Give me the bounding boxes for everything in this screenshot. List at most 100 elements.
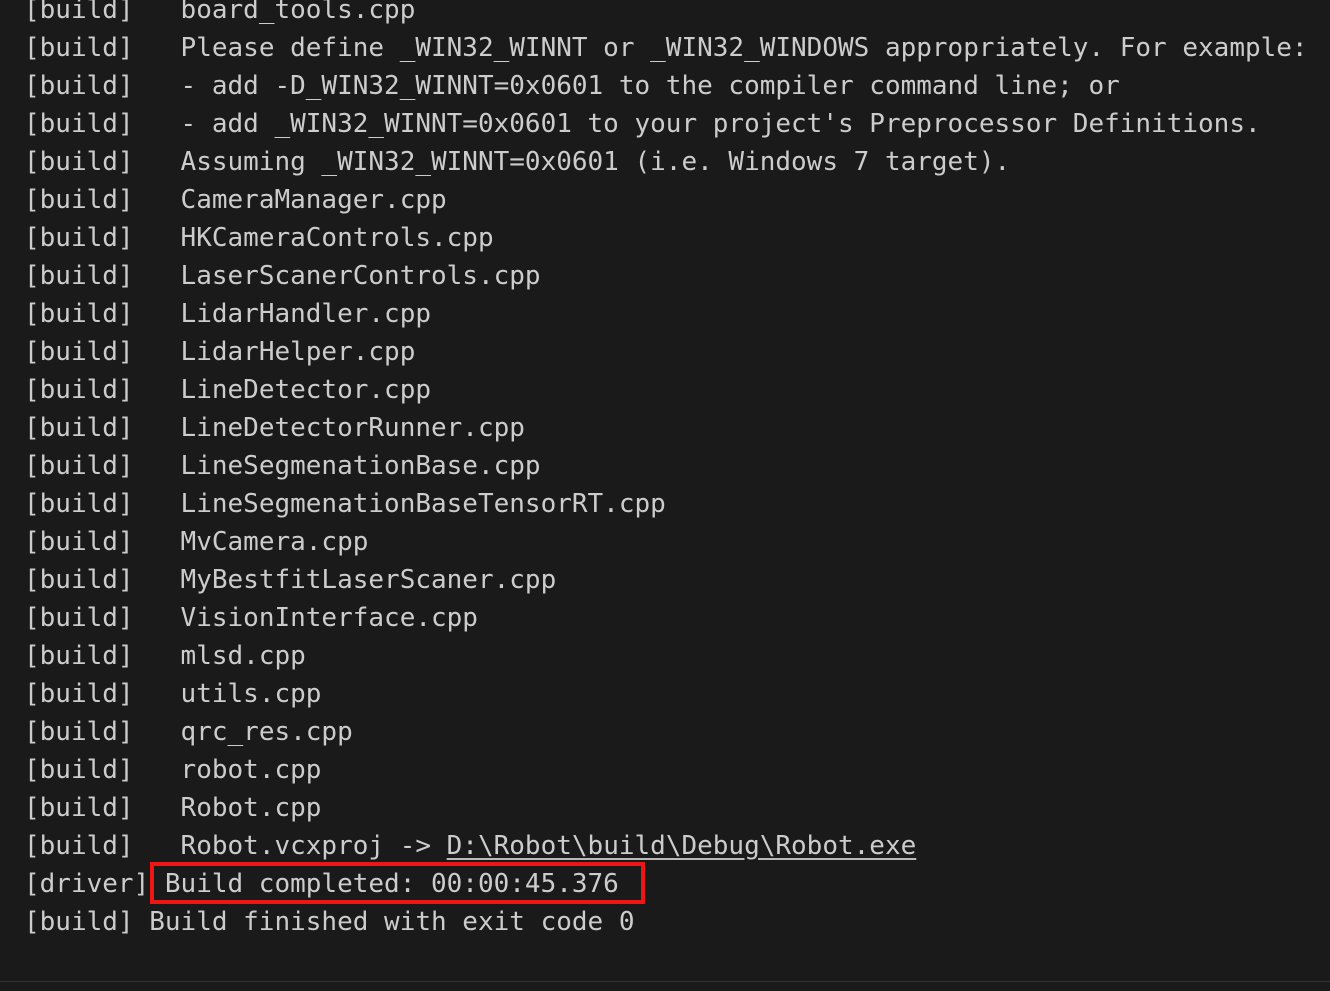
panel-bottom-divider: [0, 981, 1330, 982]
log-line: [build] LidarHandler.cpp: [0, 295, 1330, 333]
log-line-prefix: [build]: [24, 831, 134, 861]
log-line-text: Please define _WIN32_WINNT or _WIN32_WIN…: [180, 33, 1308, 63]
log-line-gap: [134, 717, 181, 747]
log-line-prefix: [build]: [24, 603, 134, 633]
log-line-prefix: [build]: [24, 907, 134, 937]
log-line-text: LidarHandler.cpp: [180, 299, 431, 329]
log-line: [build] LineDetector.cpp: [0, 371, 1330, 409]
log-line-text: board_tools.cpp: [180, 0, 416, 25]
log-line: [build] Assuming _WIN32_WINNT=0x0601 (i.…: [0, 143, 1330, 181]
log-line-text: utils.cpp: [180, 679, 322, 709]
log-line-gap: [134, 793, 181, 823]
log-line-prefix: [build]: [24, 755, 134, 785]
log-line-prefix: [build]: [24, 0, 134, 25]
log-line-gap: [134, 185, 181, 215]
log-line: [build] board_tools.cpp: [0, 0, 1330, 29]
log-line-text: LineDetector.cpp: [180, 375, 431, 405]
log-line-text: MvCamera.cpp: [180, 527, 369, 557]
log-line-gap: [134, 679, 181, 709]
log-line-prefix: [build]: [24, 299, 134, 329]
log-line-text: robot.cpp: [180, 755, 322, 785]
log-line: [build] LineSegmenationBaseTensorRT.cpp: [0, 485, 1330, 523]
log-line-prefix: [driver]: [24, 869, 150, 899]
log-line-gap: [134, 33, 181, 63]
log-line-gap: [134, 831, 181, 861]
log-line-text: LineSegmenationBase.cpp: [180, 451, 541, 481]
log-line-text: Assuming _WIN32_WINNT=0x0601 (i.e. Windo…: [180, 147, 1011, 177]
log-line: [build] MyBestfitLaserScaner.cpp: [0, 561, 1330, 599]
log-line-text: Build finished with exit code 0: [149, 907, 635, 937]
log-line-container: [build] board_tools.cpp [build] Please de…: [0, 0, 1330, 941]
log-line-prefix: [build]: [24, 33, 134, 63]
log-line-text: MyBestfitLaserScaner.cpp: [180, 565, 557, 595]
log-line-prefix: [build]: [24, 451, 134, 481]
log-line-text: qrc_res.cpp: [180, 717, 353, 747]
build-output-terminal[interactable]: [build] board_tools.cpp [build] Please de…: [0, 0, 1330, 991]
log-line-gap: [134, 109, 181, 139]
log-line: [build] Robot.cpp: [0, 789, 1330, 827]
log-line-prefix: [build]: [24, 413, 134, 443]
log-line-prefix: [build]: [24, 337, 134, 367]
log-line-prefix: [build]: [24, 147, 134, 177]
log-line: [build] robot.cpp: [0, 751, 1330, 789]
log-line-text: HKCameraControls.cpp: [180, 223, 494, 253]
log-line-text: LineDetectorRunner.cpp: [180, 413, 525, 443]
log-line-prefix: [build]: [24, 375, 134, 405]
log-line-gap: [134, 565, 181, 595]
log-line-prefix: [build]: [24, 527, 134, 557]
log-line-gap: [134, 489, 181, 519]
log-line-text: LineSegmenationBaseTensorRT.cpp: [180, 489, 666, 519]
log-line: [build] LidarHelper.cpp: [0, 333, 1330, 371]
log-line-gap: [134, 641, 181, 671]
log-line-text: LidarHelper.cpp: [180, 337, 416, 367]
log-line: [build] - add _WIN32_WINNT=0x0601 to you…: [0, 105, 1330, 143]
log-line-text: Robot.cpp: [180, 793, 322, 823]
log-line-text: Robot.vcxproj ->: [180, 831, 447, 861]
log-line-gap: [134, 261, 181, 291]
log-line-prefix: [build]: [24, 793, 134, 823]
log-line-text: Build completed: 00:00:45.376: [164, 869, 619, 899]
log-line-gap: [149, 869, 165, 899]
log-line-prefix: [build]: [24, 185, 134, 215]
log-line: [build] VisionInterface.cpp: [0, 599, 1330, 637]
log-line-prefix: [build]: [24, 489, 134, 519]
log-line: [build] Build finished with exit code 0: [0, 903, 1330, 941]
log-line-gap: [134, 337, 181, 367]
log-line-text: CameraManager.cpp: [180, 185, 447, 215]
log-line-prefix: [build]: [24, 641, 134, 671]
log-line: [build] mlsd.cpp: [0, 637, 1330, 675]
log-line-gap: [134, 223, 181, 253]
log-line: [build] Robot.vcxproj -> D:\Robot\build\…: [0, 827, 1330, 865]
log-line-gap: [134, 0, 181, 25]
log-line-gap: [134, 603, 181, 633]
log-line-prefix: [build]: [24, 109, 134, 139]
log-line-prefix: [build]: [24, 223, 134, 253]
log-line-gap: [134, 451, 181, 481]
log-line: [build] Please define _WIN32_WINNT or _W…: [0, 29, 1330, 67]
log-line-prefix: [build]: [24, 71, 134, 101]
log-line: [driver] Build completed: 00:00:45.376: [0, 865, 1330, 903]
log-line-gap: [134, 527, 181, 557]
log-line: [build] CameraManager.cpp: [0, 181, 1330, 219]
log-line: [build] LineSegmenationBase.cpp: [0, 447, 1330, 485]
log-line-text: - add _WIN32_WINNT=0x0601 to your projec…: [180, 109, 1261, 139]
log-line: [build] utils.cpp: [0, 675, 1330, 713]
log-line-text: LaserScanerControls.cpp: [180, 261, 541, 291]
log-line: [build] qrc_res.cpp: [0, 713, 1330, 751]
log-line-prefix: [build]: [24, 679, 134, 709]
output-path-link[interactable]: D:\Robot\build\Debug\Robot.exe: [447, 831, 917, 861]
log-line-gap: [134, 375, 181, 405]
log-line: [build] - add -D_WIN32_WINNT=0x0601 to t…: [0, 67, 1330, 105]
log-line-prefix: [build]: [24, 261, 134, 291]
log-line-gap: [134, 147, 181, 177]
log-line-text: mlsd.cpp: [180, 641, 306, 671]
log-line-gap: [134, 413, 181, 443]
log-line-gap: [134, 299, 181, 329]
log-line: [build] HKCameraControls.cpp: [0, 219, 1330, 257]
log-line: [build] LineDetectorRunner.cpp: [0, 409, 1330, 447]
log-line-prefix: [build]: [24, 565, 134, 595]
log-line: [build] MvCamera.cpp: [0, 523, 1330, 561]
log-line-gap: [134, 907, 150, 937]
log-line: [build] LaserScanerControls.cpp: [0, 257, 1330, 295]
log-line-text: VisionInterface.cpp: [180, 603, 478, 633]
